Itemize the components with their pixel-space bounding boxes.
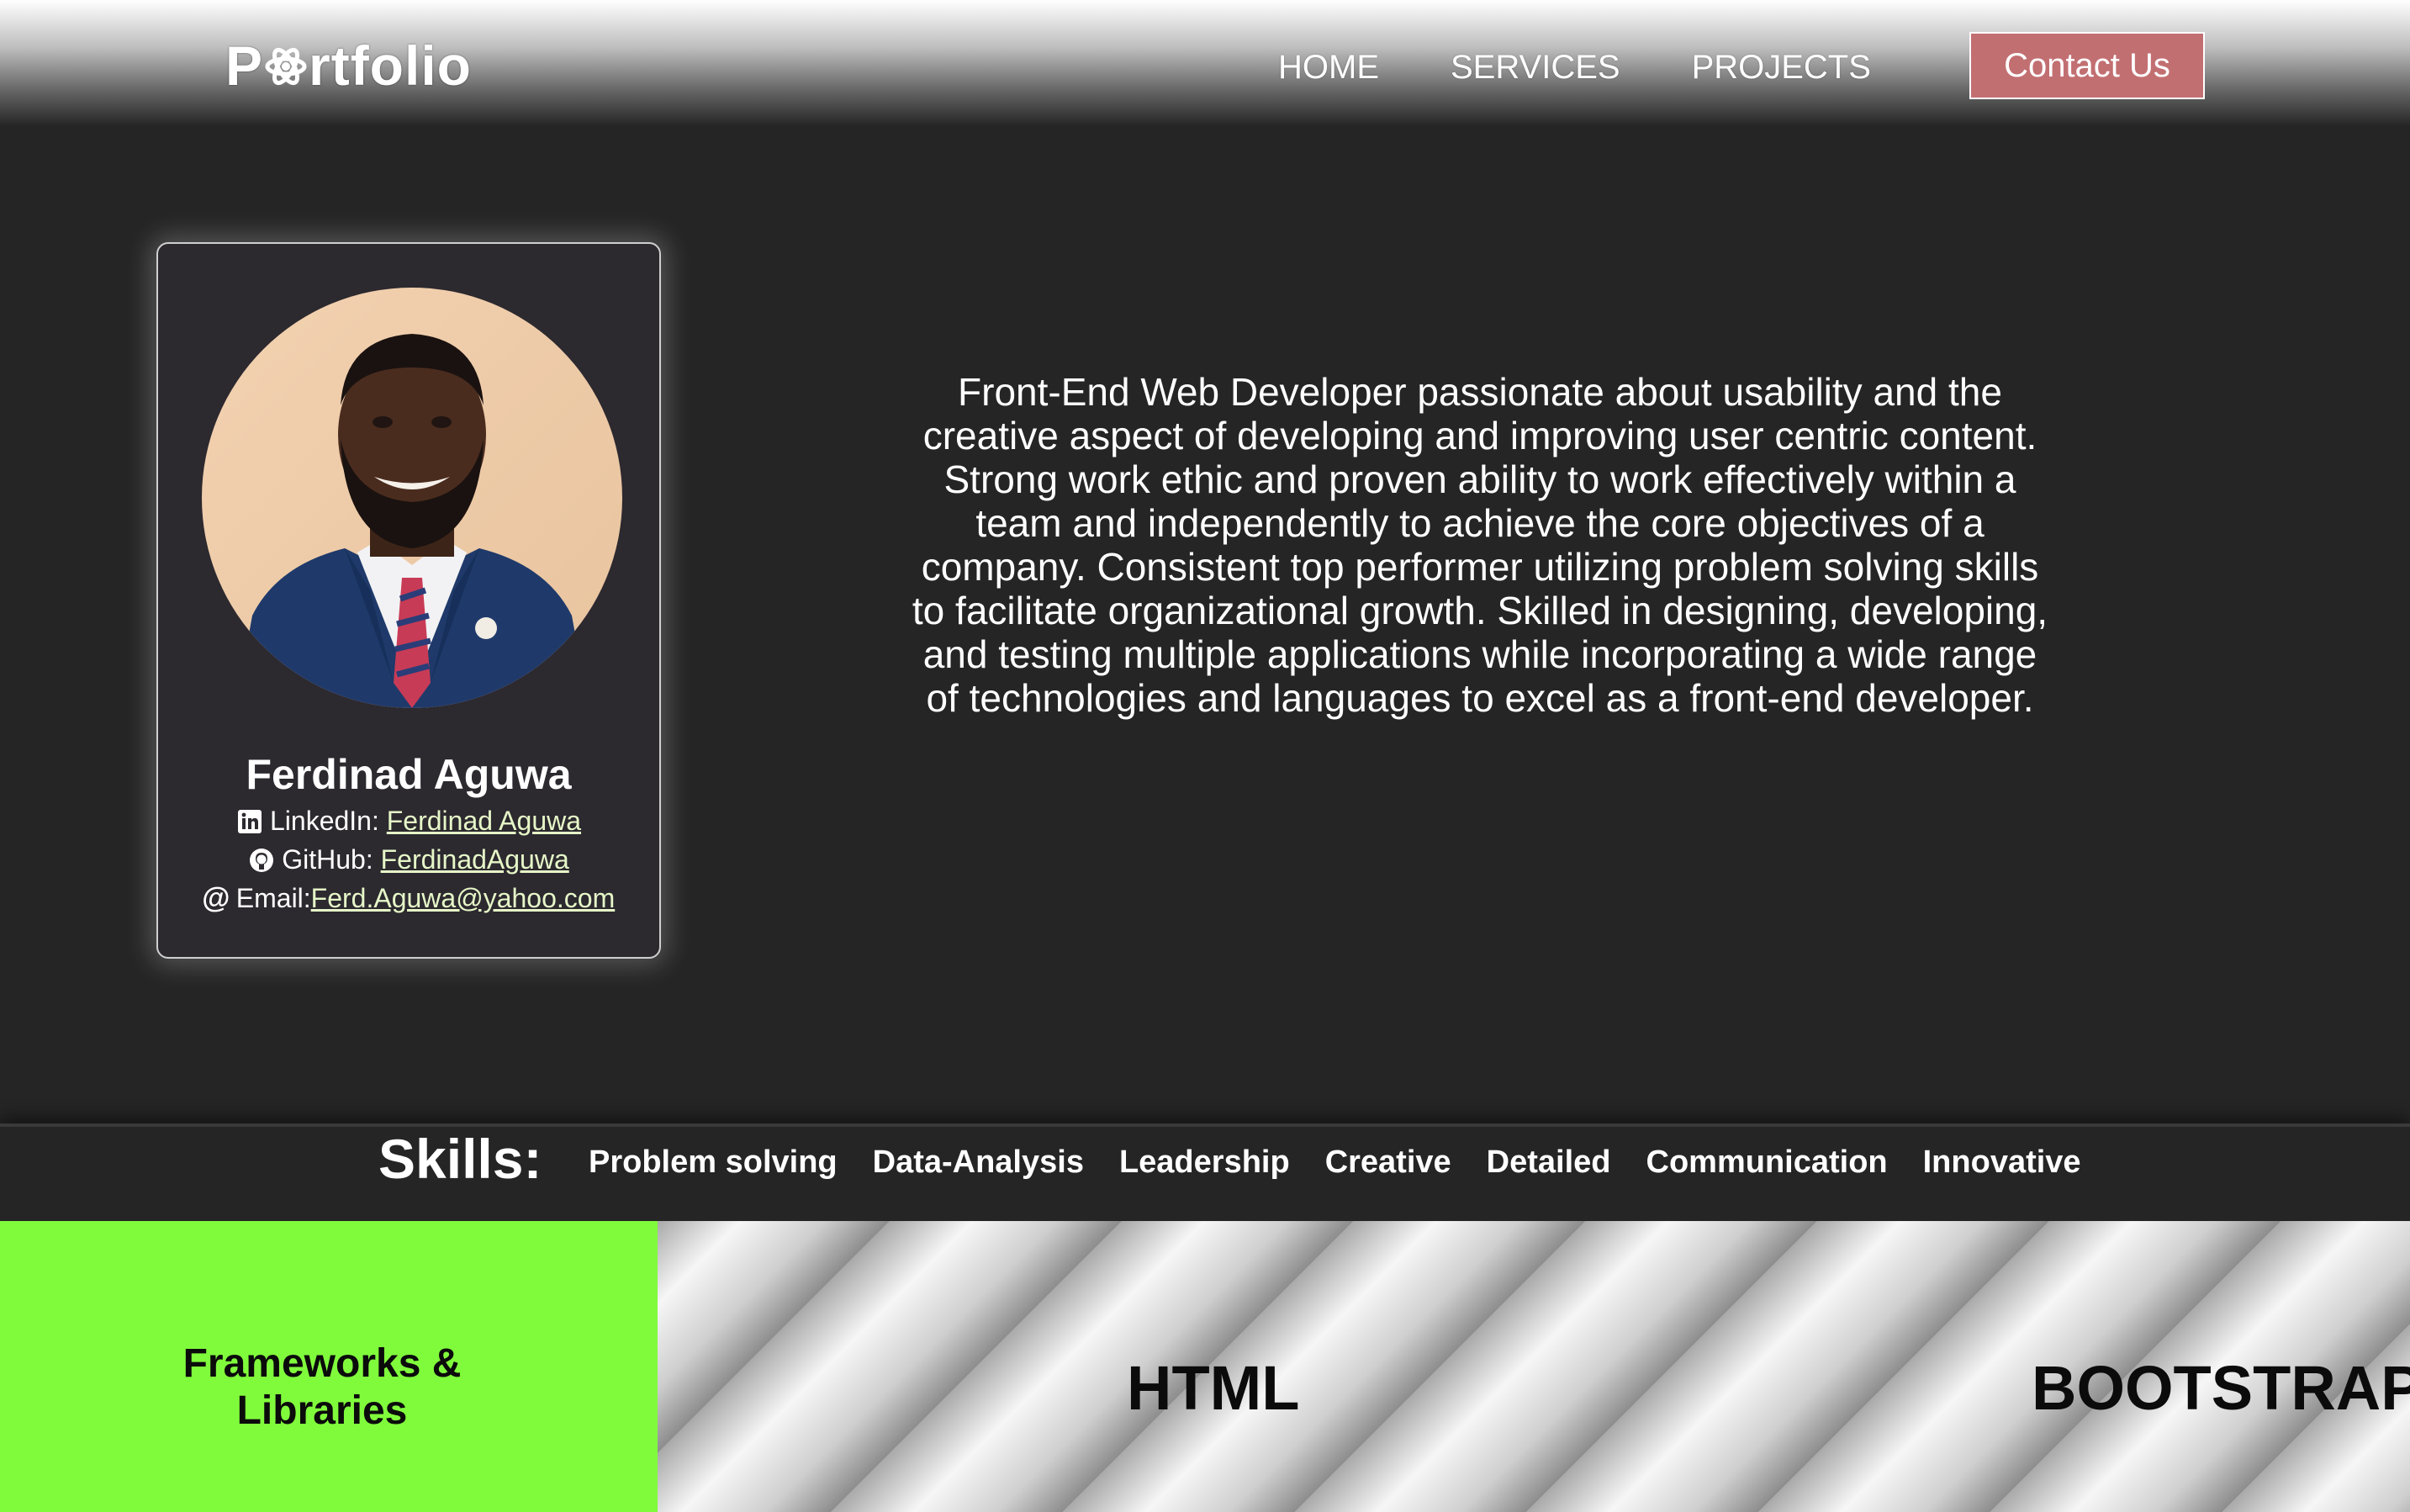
avatar bbox=[202, 288, 622, 708]
email-link[interactable]: Ferd.Aguwa@yahoo.com bbox=[311, 883, 616, 914]
bio-line: company. Consistent top performer utiliz… bbox=[921, 545, 2039, 589]
frameworks-label: Frameworks & Libraries bbox=[0, 1340, 644, 1435]
nav-projects-link[interactable]: PROJECTS bbox=[1692, 49, 1871, 87]
bio-line: of technologies and languages to excel a… bbox=[926, 676, 2034, 720]
github-icon bbox=[248, 847, 275, 874]
atom-icon bbox=[262, 40, 310, 91]
bio-line: creative aspect of developing and improv… bbox=[922, 414, 2037, 457]
skills-title: Skills: bbox=[378, 1128, 542, 1190]
navbar: P rtfolio HOME SERVICES PROJECTS Contact… bbox=[0, 0, 2410, 126]
email-line: @ Email: Ferd.Aguwa@yahoo.com bbox=[0, 882, 817, 914]
linkedin-label: LinkedIn: bbox=[269, 806, 379, 836]
bio-text: Front-End Web Developer passionate about… bbox=[900, 370, 2060, 720]
bio-line: and testing multiple applications while … bbox=[922, 632, 2037, 676]
logo-suffix: rtfolio bbox=[309, 34, 472, 97]
bio-line: Strong work ethic and proven ability to … bbox=[943, 457, 2016, 501]
nav-services-link[interactable]: SERVICES bbox=[1451, 49, 1620, 87]
skill-item: Detailed bbox=[1486, 1144, 1611, 1180]
skill-item: Innovative bbox=[1922, 1144, 2081, 1180]
logo[interactable]: P rtfolio bbox=[225, 32, 472, 99]
logo-prefix: P bbox=[225, 34, 264, 97]
bio-line: team and independently to achieve the co… bbox=[975, 501, 1985, 545]
framework-item-bootstrap: BOOTSTRAP bbox=[2032, 1353, 2410, 1423]
profile-name: Ferdinad Aguwa bbox=[246, 751, 572, 798]
linkedin-icon bbox=[236, 808, 263, 835]
email-label: Email: bbox=[235, 883, 311, 913]
nav-home-link[interactable]: HOME bbox=[1278, 49, 1379, 87]
frameworks-label-line: Frameworks & bbox=[182, 1341, 462, 1386]
skill-item: Creative bbox=[1324, 1144, 1451, 1180]
at-sign-icon: @ bbox=[202, 882, 230, 914]
github-link[interactable]: FerdinadAguwa bbox=[381, 844, 569, 875]
linkedin-link[interactable]: Ferdinad Aguwa bbox=[387, 806, 581, 837]
skills-list: Problem solving Data-Analysis Leadership… bbox=[589, 1137, 2117, 1187]
skill-item: Problem solving bbox=[589, 1144, 838, 1180]
framework-item-html: HTML bbox=[1127, 1353, 1300, 1423]
portfolio-page: P rtfolio HOME SERVICES PROJECTS Contact… bbox=[0, 0, 2410, 1512]
bio-line: Front-End Web Developer passionate about… bbox=[958, 370, 2002, 414]
frameworks-label-line: Libraries bbox=[236, 1388, 408, 1433]
skill-item: Leadership bbox=[1118, 1144, 1290, 1180]
skill-item: Data-Analysis bbox=[872, 1144, 1084, 1180]
nav-links: HOME SERVICES PROJECTS bbox=[1278, 42, 1942, 93]
linkedin-line: LinkedIn: Ferdinad Aguwa bbox=[0, 806, 817, 837]
contact-us-button[interactable]: Contact Us bbox=[1969, 32, 2205, 99]
bio-line: to facilitate organizational growth. Ski… bbox=[912, 589, 2048, 632]
skill-item: Communication bbox=[1646, 1144, 1888, 1180]
github-line: GitHub: FerdinadAguwa bbox=[0, 844, 817, 875]
github-label: GitHub: bbox=[282, 844, 373, 875]
